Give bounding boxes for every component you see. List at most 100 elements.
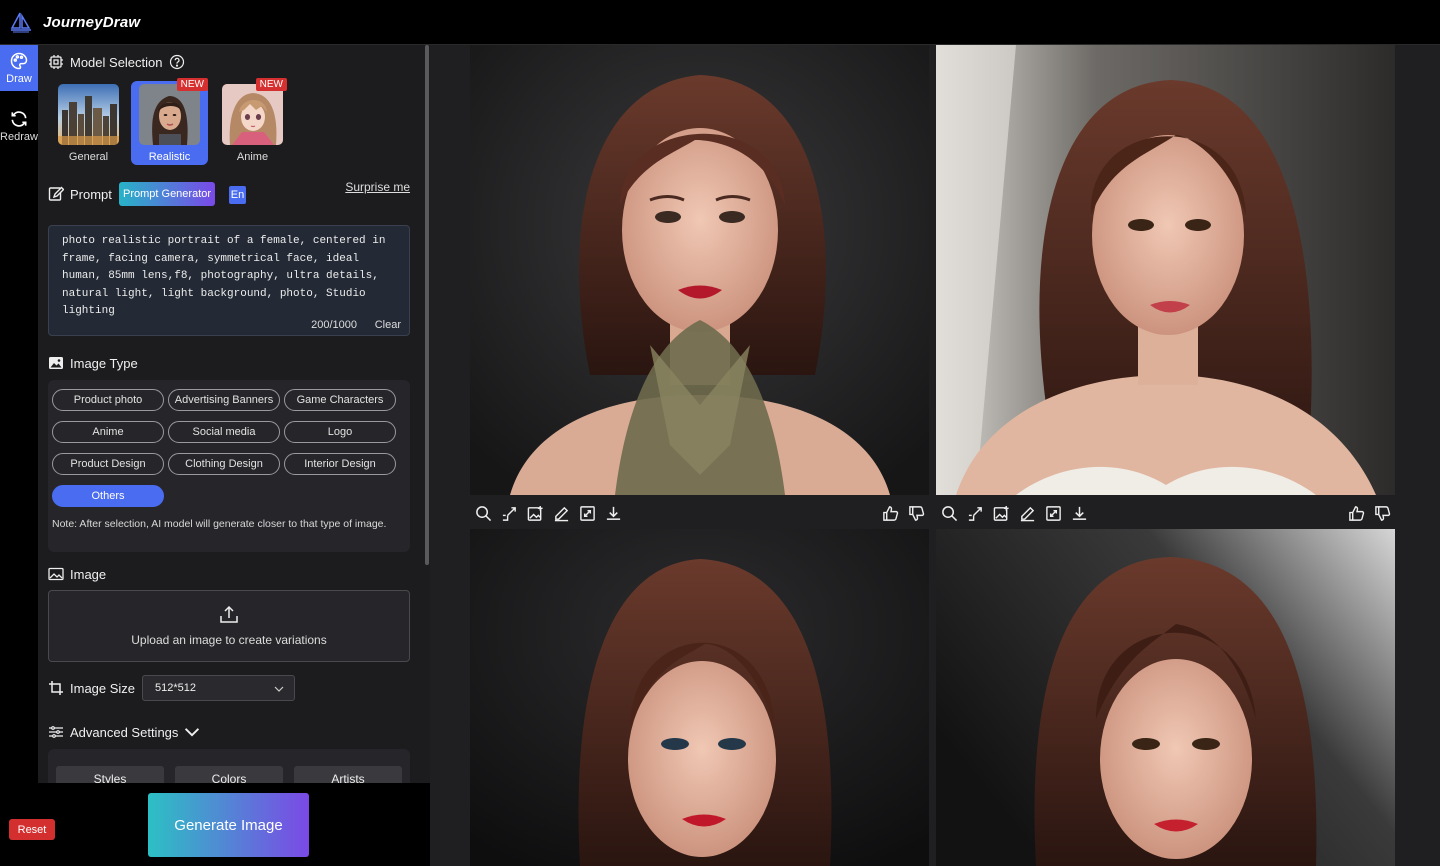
top-bar: JourneyDraw (0, 0, 1440, 45)
generate-image-button[interactable]: Generate Image (148, 793, 309, 857)
app-title: JourneyDraw (43, 13, 141, 31)
general-model-thumbnail (58, 84, 119, 145)
surprise-me-link[interactable]: Surprise me (345, 180, 410, 194)
prompt-textarea[interactable]: photo realistic portrait of a female, ce… (48, 225, 410, 336)
image-size-select[interactable]: 512*512 (142, 675, 295, 701)
upload-text: Upload an image to create variations (131, 633, 327, 647)
refresh-icon (11, 111, 27, 127)
left-rail: Draw Redraw (0, 45, 38, 866)
thumbs-down-icon[interactable] (903, 503, 929, 525)
image-type-option[interactable]: Game Characters (284, 389, 396, 411)
prompt-char-count: 200/1000 (311, 319, 357, 331)
prompt-generator-button[interactable]: Prompt Generator (119, 182, 216, 206)
prompt-clear-button[interactable]: Clear (375, 319, 401, 331)
tab-styles[interactable]: Styles (56, 766, 164, 783)
anime-model-thumbnail (222, 84, 283, 145)
new-badge: NEW (255, 78, 287, 91)
tab-artists[interactable]: Artists (294, 766, 402, 783)
thumbs-up-icon[interactable] (877, 503, 903, 525)
model-card-anime[interactable]: NEW Anime (218, 78, 287, 165)
picture-icon (48, 567, 64, 581)
image-type-option[interactable]: Logo (284, 421, 396, 443)
image-2-toolbar (936, 497, 1395, 530)
image-type-option[interactable]: Advertising Banners (168, 389, 280, 411)
cpu-icon (49, 55, 63, 69)
zoom-icon[interactable] (470, 503, 496, 525)
upload-icon (220, 605, 238, 623)
image-size-value: 512*512 (155, 682, 196, 694)
model-selection-title: Model Selection (70, 54, 163, 70)
rail-item-label: Draw (6, 73, 32, 85)
thumbs-down-icon[interactable] (1369, 503, 1395, 525)
sliders-icon (49, 726, 63, 738)
image-type-option-selected[interactable]: Others (52, 485, 164, 507)
expand-icon[interactable] (574, 503, 600, 525)
palette-icon (10, 52, 28, 70)
edit-icon[interactable] (548, 503, 574, 525)
image-size-heading: Image Size (48, 680, 135, 696)
advanced-settings-box: Styles Colors Artists (48, 749, 410, 783)
image-upload-area[interactable]: Upload an image to create variations (48, 590, 410, 662)
advanced-settings-heading[interactable]: Advanced Settings (48, 724, 206, 740)
model-label: General (68, 151, 109, 163)
advanced-settings-title: Advanced Settings (70, 724, 179, 740)
edit-note-icon (48, 186, 64, 201)
action-bar: Reset Generate Image (0, 783, 430, 866)
image-type-options: Product photo Advertising Banners Game C… (52, 389, 396, 507)
model-card-general[interactable]: General (54, 81, 123, 165)
generated-image-2[interactable] (936, 45, 1395, 495)
reset-button[interactable]: Reset (9, 819, 55, 840)
settings-panel: Model Selection General NEW Realistic NE… (38, 45, 424, 783)
portrait-image (936, 45, 1395, 495)
help-circle-icon[interactable] (169, 54, 185, 70)
edit-icon[interactable] (1014, 503, 1040, 525)
advanced-tabs: Styles Colors Artists (56, 766, 402, 783)
generated-image-4[interactable] (936, 529, 1395, 866)
rail-item-draw[interactable]: Draw (0, 45, 38, 91)
image-title: Image (70, 566, 107, 582)
download-icon[interactable] (1066, 503, 1092, 525)
prompt-heading: Prompt (48, 186, 112, 202)
portrait-image (470, 529, 929, 866)
image-type-title: Image Type (70, 355, 138, 371)
variation-icon[interactable] (988, 503, 1014, 525)
image-type-option[interactable]: Product photo (52, 389, 164, 411)
rail-item-redraw[interactable]: Redraw (0, 103, 38, 149)
image-heading: Image (48, 566, 106, 582)
download-icon[interactable] (600, 503, 626, 525)
chevron-down-icon (274, 686, 284, 692)
realistic-model-thumbnail (139, 84, 200, 145)
portrait-image (470, 45, 929, 495)
new-badge: NEW (176, 78, 208, 91)
image-type-heading: Image Type (48, 355, 138, 371)
generated-image-1[interactable] (470, 45, 929, 495)
image-type-option[interactable]: Interior Design (284, 453, 396, 475)
image-type-option[interactable]: Product Design (52, 453, 164, 475)
rail-item-label: Redraw (0, 131, 38, 143)
crop-icon (49, 681, 63, 695)
model-label: Anime (236, 151, 269, 163)
generated-image-3[interactable] (470, 529, 929, 866)
model-label: Realistic (148, 151, 191, 163)
image-type-box: Product photo Advertising Banners Game C… (48, 380, 410, 552)
image-type-note: Note: After selection, AI model will gen… (52, 518, 387, 530)
image-type-option[interactable]: Social media (168, 421, 280, 443)
upscale-icon[interactable] (962, 503, 988, 525)
tab-colors[interactable]: Colors (175, 766, 283, 783)
variation-icon[interactable] (522, 503, 548, 525)
image-1-toolbar (470, 497, 929, 530)
prompt-text: photo realistic portrait of a female, ce… (62, 235, 386, 317)
prompt-title: Prompt (70, 186, 112, 202)
zoom-icon[interactable] (936, 503, 962, 525)
thumbs-up-icon[interactable] (1343, 503, 1369, 525)
image-type-option[interactable]: Anime (52, 421, 164, 443)
scrollbar-thumb[interactable] (425, 45, 429, 565)
upscale-icon[interactable] (496, 503, 522, 525)
model-card-realistic[interactable]: NEW Realistic (131, 78, 208, 165)
expand-icon[interactable] (1040, 503, 1066, 525)
sailboat-logo-icon (10, 12, 31, 33)
image-type-option[interactable]: Clothing Design (168, 453, 280, 475)
language-toggle-button[interactable]: En (229, 186, 246, 204)
chevron-down-icon (185, 728, 200, 737)
model-list: General NEW Realistic NEW Anime (54, 78, 287, 165)
